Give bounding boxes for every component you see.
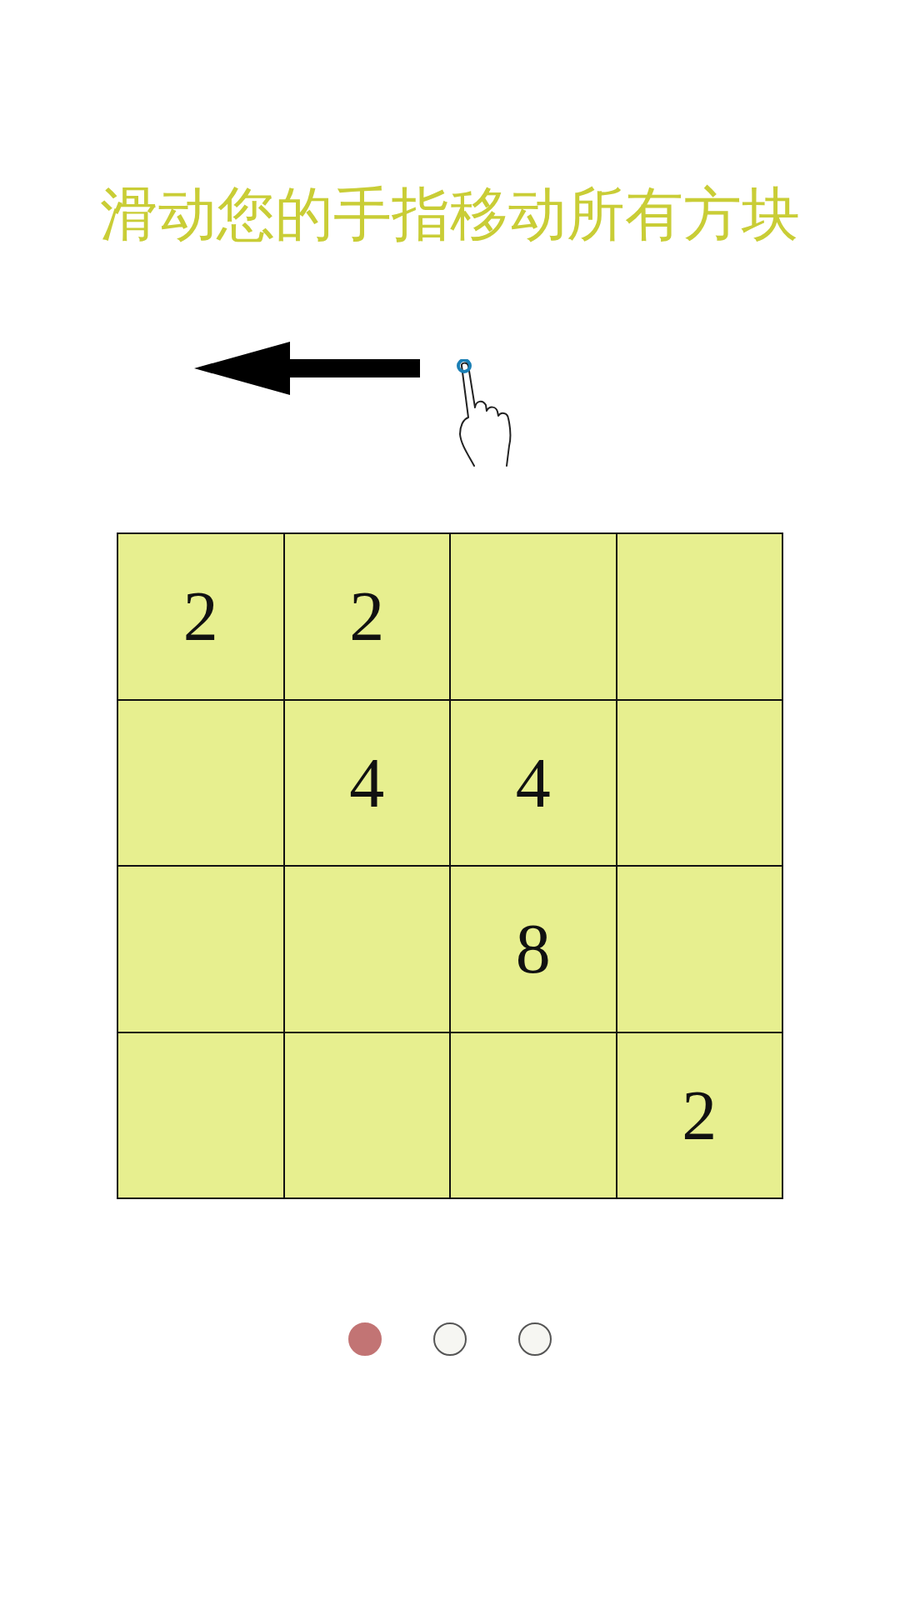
left-arrow-icon <box>194 341 420 395</box>
game-board[interactable]: 224482 <box>116 532 784 1200</box>
board-cell: 4 <box>450 700 616 866</box>
board-cell <box>617 866 783 1032</box>
swipe-hint <box>0 341 900 467</box>
board-cell: 4 <box>285 700 450 866</box>
board-cell <box>118 1033 284 1199</box>
page-dot[interactable] <box>518 1322 552 1356</box>
board-cell <box>450 1033 616 1199</box>
board-cell <box>285 1033 450 1199</box>
board-cell: 2 <box>285 534 450 700</box>
board-cell <box>285 866 450 1032</box>
board-cell <box>118 700 284 866</box>
page-dot[interactable] <box>433 1322 467 1356</box>
board-cell <box>617 534 783 700</box>
board-cell <box>450 534 616 700</box>
board-cell <box>118 866 284 1032</box>
board-cell: 2 <box>118 534 284 700</box>
page-dot[interactable] <box>348 1322 382 1356</box>
page-indicator <box>348 1322 552 1356</box>
board-cell: 8 <box>450 866 616 1032</box>
board-cell <box>617 700 783 866</box>
board-cell: 2 <box>617 1033 783 1199</box>
pointing-hand-icon <box>453 359 529 468</box>
instruction-title: 滑动您的手指移动所有方块 <box>100 176 800 252</box>
tutorial-page: 滑动您的手指移动所有方块224482 <box>0 0 900 1600</box>
